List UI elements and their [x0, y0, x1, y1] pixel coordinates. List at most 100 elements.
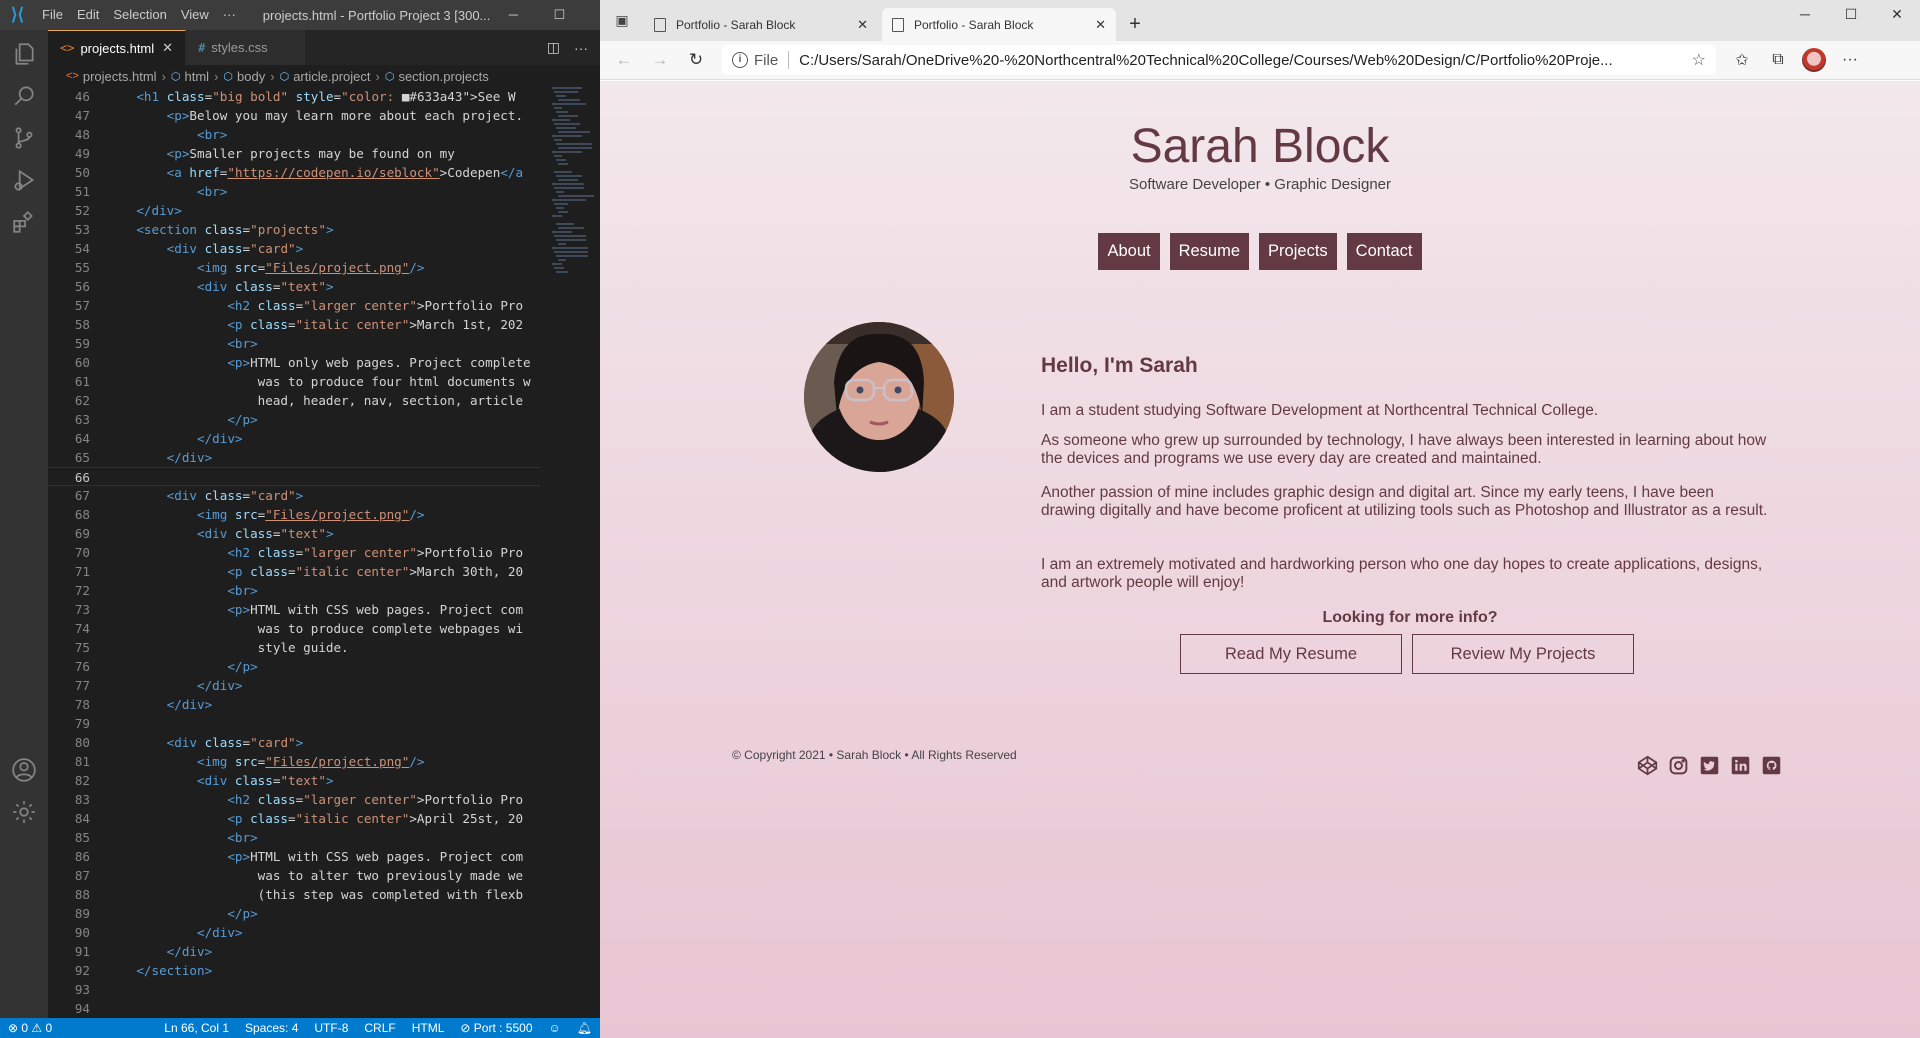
maximize-icon[interactable]: ☐: [536, 0, 582, 30]
tab-styles-css[interactable]: # styles.css: [186, 30, 307, 65]
language-status[interactable]: HTML: [404, 1021, 453, 1035]
indentation-status[interactable]: Spaces: 4: [237, 1021, 306, 1035]
instagram-icon[interactable]: [1667, 754, 1689, 776]
code-line[interactable]: 54 <div class="card">: [48, 239, 540, 258]
problems-status[interactable]: ⊗ 0 ⚠ 0: [0, 1021, 60, 1035]
code-line[interactable]: 81 <img src="Files/project.png"/>: [48, 752, 540, 771]
breadcrumb-item[interactable]: <> projects.html: [66, 69, 157, 84]
tab-actions-icon[interactable]: ▣: [600, 0, 644, 41]
code-line[interactable]: 87 was to alter two previously made we: [48, 866, 540, 885]
code-line[interactable]: 90 </div>: [48, 923, 540, 942]
back-icon[interactable]: ←: [606, 44, 642, 76]
code-line[interactable]: 68 <img src="Files/project.png"/>: [48, 505, 540, 524]
info-icon[interactable]: i: [732, 52, 748, 68]
code-line[interactable]: 60 <p>HTML only web pages. Project compl…: [48, 353, 540, 372]
code-line[interactable]: 69 <div class="text">: [48, 524, 540, 543]
code-line[interactable]: 59 <br>: [48, 334, 540, 353]
code-line[interactable]: 51 <br>: [48, 182, 540, 201]
breadcrumb-item[interactable]: ⬡ section.projects: [385, 69, 489, 84]
code-line[interactable]: 86 <p>HTML with CSS web pages. Project c…: [48, 847, 540, 866]
maximize-icon[interactable]: ☐: [1828, 0, 1874, 30]
eol-status[interactable]: CRLF: [356, 1021, 403, 1035]
split-editor-icon[interactable]: ◫: [547, 39, 560, 56]
code-line[interactable]: 50 <a href="https://codepen.io/seblock">…: [48, 163, 540, 182]
breadcrumb-item[interactable]: ⬡ article.project: [280, 69, 371, 84]
code-line[interactable]: 47 <p>Below you may learn more about eac…: [48, 106, 540, 125]
code-line[interactable]: 91 </div>: [48, 942, 540, 961]
code-line[interactable]: 56 <div class="text">: [48, 277, 540, 296]
browser-tab[interactable]: Portfolio - Sarah Block ✕: [644, 8, 878, 41]
settings-more-icon[interactable]: ···: [1832, 44, 1868, 76]
live-server-port[interactable]: ⊘ Port : 5500: [452, 1021, 540, 1035]
codepen-icon[interactable]: [1636, 754, 1658, 776]
code-line[interactable]: 71 <p class="italic center">March 30th, …: [48, 562, 540, 581]
code-line[interactable]: 49 <p>Smaller projects may be found on m…: [48, 144, 540, 163]
twitter-icon[interactable]: [1698, 754, 1720, 776]
collections-icon[interactable]: ⧉: [1760, 44, 1796, 76]
url-text[interactable]: C:/Users/Sarah/OneDrive%20-%20Northcentr…: [799, 52, 1683, 69]
code-line[interactable]: 66: [48, 467, 540, 486]
code-line[interactable]: 78 </div>: [48, 695, 540, 714]
code-line[interactable]: 55 <img src="Files/project.png"/>: [48, 258, 540, 277]
close-icon[interactable]: ✕: [857, 17, 868, 33]
code-line[interactable]: 70 <h2 class="larger center">Portfolio P…: [48, 543, 540, 562]
add-favorite-icon[interactable]: ☆: [1692, 50, 1706, 70]
encoding-status[interactable]: UTF-8: [306, 1021, 356, 1035]
notifications-icon[interactable]: 🔔︎: [569, 1021, 600, 1035]
code-line[interactable]: 63 </p>: [48, 410, 540, 429]
nav-resume[interactable]: Resume: [1169, 233, 1250, 270]
read-resume-button[interactable]: Read My Resume: [1180, 634, 1402, 674]
new-tab-button[interactable]: +: [1120, 8, 1150, 41]
code-line[interactable]: 75 style guide.: [48, 638, 540, 657]
review-projects-button[interactable]: Review My Projects: [1412, 634, 1634, 674]
code-line[interactable]: 48 <br>: [48, 125, 540, 144]
explorer-icon[interactable]: [0, 30, 48, 78]
code-line[interactable]: 53 <section class="projects">: [48, 220, 540, 239]
code-line[interactable]: 61 was to produce four html documents w: [48, 372, 540, 391]
code-line[interactable]: 92 </section>: [48, 961, 540, 980]
menu-more[interactable]: ···: [216, 0, 243, 30]
code-line[interactable]: 79: [48, 714, 540, 733]
linkedin-icon[interactable]: [1729, 754, 1751, 776]
code-line[interactable]: 83 <h2 class="larger center">Portfolio P…: [48, 790, 540, 809]
feedback-icon[interactable]: ☺: [541, 1021, 569, 1035]
cursor-position[interactable]: Ln 66, Col 1: [156, 1021, 237, 1035]
code-line[interactable]: 46 <h1 class="big bold" style="color: ■#…: [48, 87, 540, 106]
more-actions-icon[interactable]: ···: [574, 40, 588, 56]
minimap[interactable]: [548, 87, 600, 1018]
github-icon[interactable]: [1760, 754, 1782, 776]
code-line[interactable]: 76 </p>: [48, 657, 540, 676]
code-line[interactable]: 67 <div class="card">: [48, 486, 540, 505]
menu-view[interactable]: View: [174, 0, 216, 30]
code-editor[interactable]: 46 <h1 class="big bold" style="color: ■#…: [48, 87, 540, 1018]
code-line[interactable]: 85 <br>: [48, 828, 540, 847]
nav-about[interactable]: About: [1098, 233, 1160, 270]
code-line[interactable]: 94: [48, 999, 540, 1018]
code-line[interactable]: 73 <p>HTML with CSS web pages. Project c…: [48, 600, 540, 619]
menu-edit[interactable]: Edit: [70, 0, 106, 30]
close-window-icon[interactable]: ✕: [1874, 0, 1920, 30]
close-icon[interactable]: ✕: [1095, 17, 1106, 33]
refresh-icon[interactable]: ↻: [678, 44, 714, 76]
code-line[interactable]: 58 <p class="italic center">March 1st, 2…: [48, 315, 540, 334]
source-control-icon[interactable]: [0, 114, 48, 162]
code-line[interactable]: 89 </p>: [48, 904, 540, 923]
code-line[interactable]: 52 </div>: [48, 201, 540, 220]
code-line[interactable]: 62 head, header, nav, section, article: [48, 391, 540, 410]
close-icon[interactable]: ✕: [162, 40, 173, 56]
breadcrumb-item[interactable]: ⬡ html: [171, 69, 209, 84]
profile-avatar[interactable]: [1802, 48, 1826, 72]
code-line[interactable]: 77 </div>: [48, 676, 540, 695]
code-line[interactable]: 80 <div class="card">: [48, 733, 540, 752]
code-line[interactable]: 57 <h2 class="larger center">Portfolio P…: [48, 296, 540, 315]
settings-gear-icon[interactable]: [0, 788, 48, 836]
tab-projects-html[interactable]: <> projects.html ✕: [48, 30, 187, 65]
browser-tab-active[interactable]: Portfolio - Sarah Block ✕: [882, 8, 1116, 41]
nav-contact[interactable]: Contact: [1346, 233, 1422, 270]
code-line[interactable]: 93: [48, 980, 540, 999]
menu-file[interactable]: File: [35, 0, 70, 30]
code-line[interactable]: 82 <div class="text">: [48, 771, 540, 790]
minimize-icon[interactable]: ─: [1782, 0, 1828, 30]
code-line[interactable]: 88 (this step was completed with flexb: [48, 885, 540, 904]
nav-projects[interactable]: Projects: [1259, 233, 1337, 270]
